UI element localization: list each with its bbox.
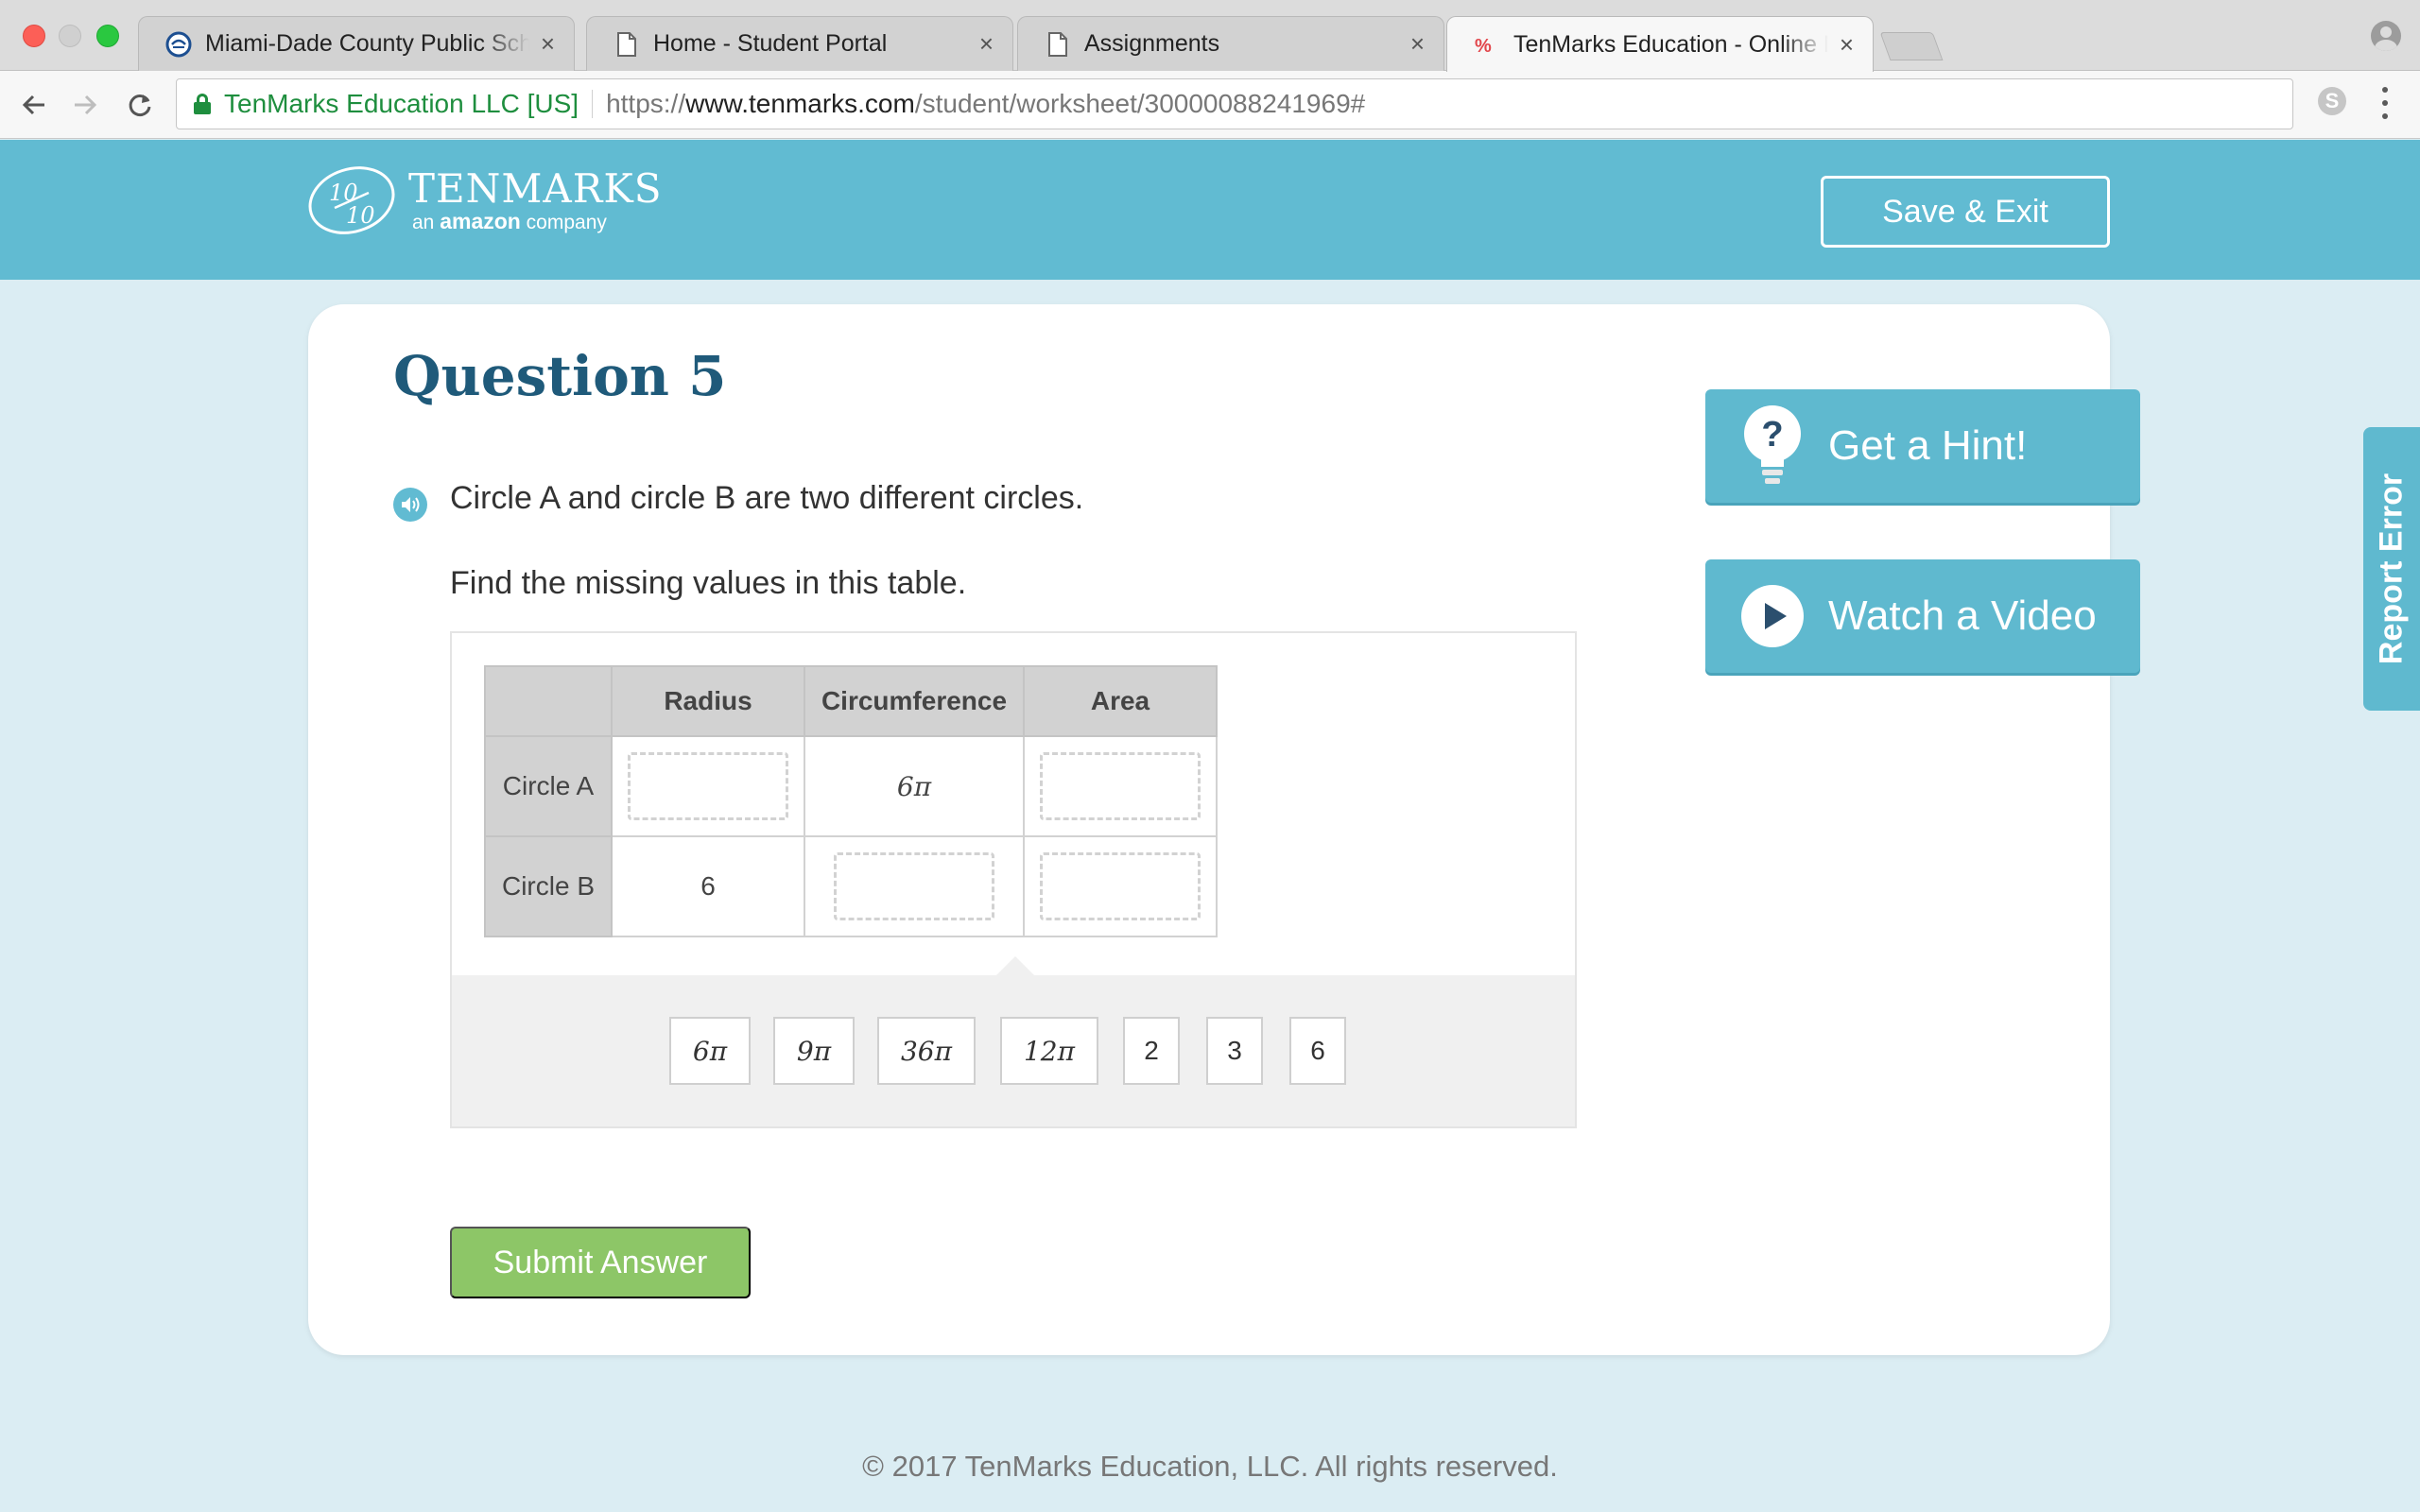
back-arrow-icon	[22, 94, 44, 115]
footer-copyright: © 2017 TenMarks Education, LLC. All righ…	[862, 1450, 1558, 1483]
answer-tile[interactable]: 3	[1206, 1017, 1263, 1085]
profile-icon[interactable]	[2371, 21, 2401, 51]
tab-student-portal[interactable]: Home - Student Portal ×	[586, 16, 1013, 71]
row-label-circle-b: Circle B	[484, 835, 613, 937]
site-header: 10 10 TENMARKS an amazon company Save & …	[0, 140, 2420, 280]
forward-arrow-icon	[75, 94, 97, 115]
close-icon[interactable]: ×	[1410, 29, 1425, 59]
close-icon[interactable]: ×	[979, 29, 994, 59]
reload-button[interactable]	[119, 84, 161, 126]
column-header-area: Area	[1023, 665, 1218, 737]
speaker-icon[interactable]	[393, 488, 427, 522]
svg-text:?: ?	[1761, 415, 1783, 455]
tab-title: Miami-Dade County Public Schools	[205, 30, 529, 57]
answer-tile[interactable]: 6π	[669, 1017, 751, 1085]
column-header-circumference: Circumference	[804, 665, 1025, 737]
page-icon	[1045, 31, 1071, 58]
play-icon	[1739, 583, 1806, 649]
cell-b-radius: 6	[611, 835, 805, 937]
forward-button[interactable]	[64, 84, 106, 126]
browser-toolbar: TenMarks Education LLC [US] https://www.…	[0, 71, 2420, 139]
report-error-tab[interactable]: Report Error	[2363, 427, 2420, 711]
watch-video-button[interactable]: Watch a Video	[1705, 559, 2140, 673]
save-exit-button[interactable]: Save & Exit	[1821, 176, 2110, 248]
report-error-label: Report Error	[2373, 472, 2410, 665]
close-icon[interactable]: ×	[541, 29, 555, 59]
reload-icon	[129, 94, 151, 116]
column-header-radius: Radius	[611, 665, 805, 737]
new-tab-button[interactable]	[1879, 32, 1944, 60]
skype-extension-icon[interactable]: S	[2318, 87, 2346, 115]
tab-title: TenMarks Education - Online Math	[1513, 30, 1828, 58]
cell-b-circumference	[804, 835, 1025, 937]
cell-a-radius	[611, 735, 805, 837]
logo-tagline: an amazon company	[412, 209, 607, 233]
tab-miami-dade[interactable]: Miami-Dade County Public Schools ×	[138, 16, 575, 71]
question-instruction: Find the missing values in this table.	[450, 565, 967, 601]
close-window-button[interactable]	[23, 25, 45, 47]
tab-tenmarks[interactable]: % TenMarks Education - Online Math ×	[1446, 16, 1874, 72]
page-icon	[614, 31, 640, 58]
table-corner-cell	[484, 665, 613, 737]
answer-tile[interactable]: 36π	[877, 1017, 976, 1085]
answer-tile[interactable]: 12π	[1000, 1017, 1098, 1085]
answer-tile[interactable]: 9π	[773, 1017, 855, 1085]
answer-workspace: Radius Circumference Area Circle A 6π Ci…	[450, 631, 1577, 1128]
tenmarks-favicon-icon: %	[1474, 31, 1500, 58]
site-identity[interactable]: TenMarks Education LLC [US]	[224, 89, 579, 119]
answer-tile[interactable]: 2	[1123, 1017, 1180, 1085]
tab-assignments[interactable]: Assignments ×	[1017, 16, 1444, 71]
table-row-circle-a: Circle A 6π	[484, 735, 1218, 837]
logo-brand: TENMARKS	[408, 165, 663, 212]
svg-text:10: 10	[346, 202, 375, 229]
drop-target-a-radius[interactable]	[628, 752, 788, 820]
cell-a-area	[1023, 735, 1218, 837]
tenmarks-logo[interactable]: 10 10 TENMARKS an amazon company	[306, 164, 663, 236]
cell-b-area	[1023, 835, 1218, 937]
question-prompt: Circle A and circle B are two different …	[450, 480, 1084, 516]
close-icon[interactable]: ×	[1840, 30, 1854, 60]
submit-answer-button[interactable]: Submit Answer	[450, 1227, 751, 1298]
tab-title: Assignments	[1084, 30, 1220, 57]
values-table: Radius Circumference Area Circle A 6π Ci…	[484, 665, 1218, 937]
drop-target-a-area[interactable]	[1040, 752, 1201, 820]
watch-video-label: Watch a Video	[1828, 593, 2097, 639]
tab-title: Home - Student Portal	[653, 30, 888, 57]
tenmarks-logo-icon: 10 10	[308, 166, 395, 234]
drop-target-b-circumference[interactable]	[834, 852, 994, 920]
address-bar[interactable]: TenMarks Education LLC [US] https://www.…	[176, 78, 2293, 129]
url-text[interactable]: https://www.tenmarks.com/student/workshe…	[606, 89, 1365, 119]
answer-tile-tray: 6π 9π 36π 12π 2 3 6	[452, 956, 1575, 1126]
question-title: Question 5	[393, 344, 727, 408]
minimize-window-button[interactable]	[59, 25, 81, 47]
tray-pointer	[996, 956, 1034, 975]
get-hint-label: Get a Hint!	[1828, 422, 2028, 469]
maximize-window-button[interactable]	[96, 25, 119, 47]
lock-icon	[194, 94, 211, 114]
browser-menu-icon[interactable]	[2380, 87, 2390, 119]
back-button[interactable]	[13, 84, 55, 126]
divider	[592, 90, 594, 118]
drop-target-b-area[interactable]	[1040, 852, 1201, 920]
lightbulb-question-icon: ?	[1739, 405, 1806, 484]
row-label-circle-a: Circle A	[484, 735, 613, 837]
table-header-row: Radius Circumference Area	[484, 665, 1218, 737]
svg-text:%: %	[1475, 36, 1492, 57]
browser-tab-bar: Miami-Dade County Public Schools × Home …	[0, 0, 2420, 72]
district-logo-icon	[165, 31, 192, 58]
answer-tile[interactable]: 6	[1289, 1017, 1346, 1085]
table-row-circle-b: Circle B 6	[484, 835, 1218, 937]
cell-a-circumference: 6π	[804, 735, 1025, 837]
get-hint-button[interactable]: ? Get a Hint!	[1705, 389, 2140, 503]
